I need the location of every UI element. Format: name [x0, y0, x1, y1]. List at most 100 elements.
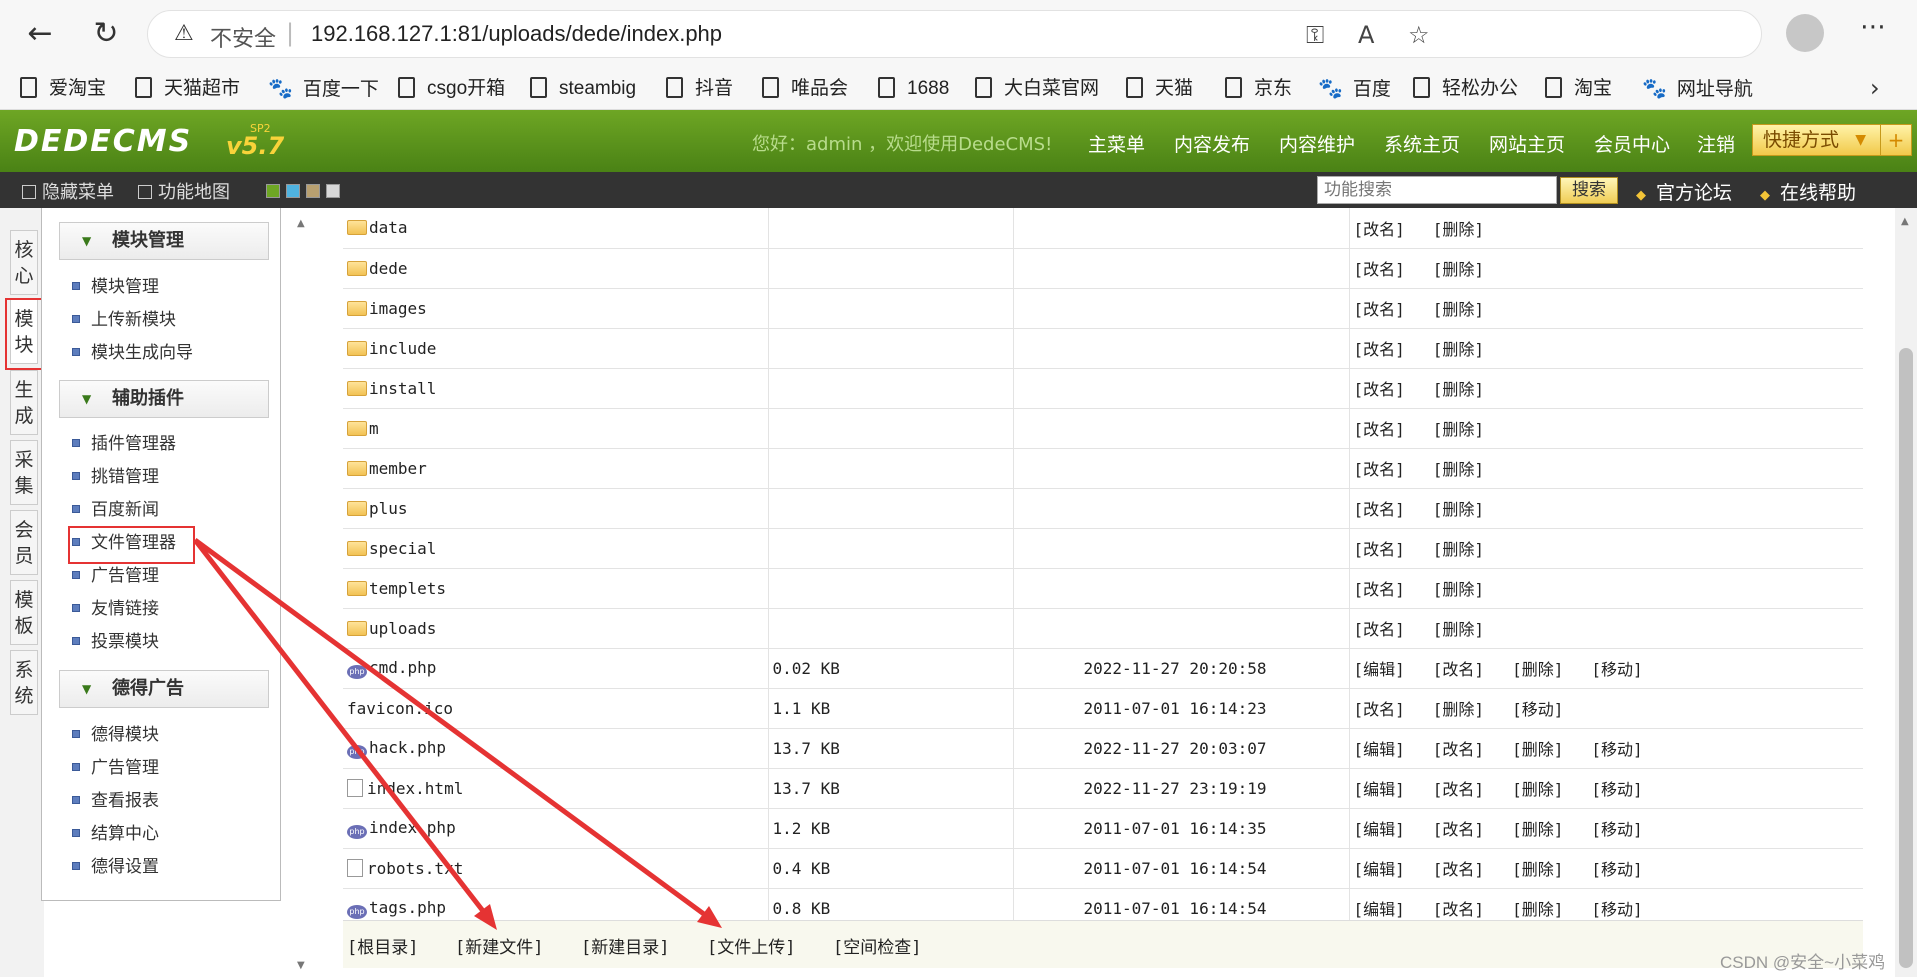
file-name-link[interactable]: index.html	[367, 779, 463, 798]
menu-scrollbar[interactable]: ▲ ▼	[289, 208, 311, 977]
nav-logout[interactable]: 注销	[1697, 130, 1735, 157]
file-name-link[interactable]: include	[369, 339, 436, 358]
file-action-link[interactable]: [删除]	[1433, 496, 1484, 520]
file-action-link[interactable]: [改名]	[1354, 696, 1405, 720]
url-text[interactable]: 192.168.127.1:81/uploads/dede/index.php	[311, 21, 722, 47]
scrollbar-thumb[interactable]	[1899, 348, 1913, 968]
bookmark-item[interactable]: 唯品会	[762, 74, 848, 104]
space-check-link[interactable]: [空间检查]	[833, 933, 921, 958]
nav-site-home[interactable]: 网站主页	[1489, 130, 1565, 157]
tab-generate[interactable]: 生成	[10, 370, 38, 435]
file-action-link[interactable]: [编辑]	[1354, 776, 1405, 800]
bookmark-item[interactable]: csgo开箱	[398, 74, 505, 104]
file-action-link[interactable]: [删除]	[1512, 856, 1563, 880]
file-action-link[interactable]: [删除]	[1433, 616, 1484, 640]
key-icon[interactable]: ⚿	[1306, 21, 1324, 49]
file-action-link[interactable]: [改名]	[1354, 616, 1405, 640]
file-action-link[interactable]: [删除]	[1512, 896, 1563, 920]
file-action-link[interactable]: [改名]	[1433, 776, 1484, 800]
menu-item-vote-module[interactable]: 投票模块	[72, 627, 159, 652]
bookmark-item[interactable]: 京东	[1225, 74, 1292, 104]
menu-item-ad-manage-2[interactable]: 广告管理	[72, 753, 159, 778]
bookmark-item[interactable]: 大白菜官网	[975, 74, 1099, 104]
theme-swatch-gray[interactable]	[326, 184, 340, 198]
file-action-link[interactable]: [改名]	[1433, 896, 1484, 920]
nav-system-home[interactable]: 系统主页	[1384, 130, 1460, 157]
file-action-link[interactable]: [删除]	[1433, 256, 1484, 280]
file-upload-link[interactable]: [文件上传]	[707, 933, 795, 958]
menu-item-plugin-manager[interactable]: 插件管理器	[72, 429, 176, 454]
file-action-link[interactable]: [删除]	[1433, 696, 1484, 720]
nav-member-center[interactable]: 会员中心	[1594, 130, 1670, 157]
file-action-link[interactable]: [改名]	[1354, 456, 1405, 480]
tab-collect[interactable]: 采集	[10, 440, 38, 505]
hide-menu-button[interactable]: 隐藏菜单	[22, 178, 114, 204]
file-action-link[interactable]: [改名]	[1354, 376, 1405, 400]
search-button[interactable]: 搜索	[1560, 177, 1618, 204]
file-action-link[interactable]: [编辑]	[1354, 896, 1405, 920]
bookmark-item[interactable]: 轻松办公	[1413, 74, 1518, 104]
menu-item-module-manage[interactable]: 模块管理	[72, 272, 159, 297]
file-action-link[interactable]: [改名]	[1354, 256, 1405, 280]
file-name-link[interactable]: tags.php	[369, 898, 446, 917]
file-name-link[interactable]: cmd.php	[369, 658, 436, 677]
profile-avatar[interactable]	[1786, 14, 1824, 52]
nav-maintain[interactable]: 内容维护	[1279, 130, 1355, 157]
file-action-link[interactable]: [删除]	[1512, 656, 1563, 680]
help-link[interactable]: ◆ 在线帮助	[1760, 178, 1856, 205]
file-action-link[interactable]: [改名]	[1354, 336, 1405, 360]
file-name-link[interactable]: images	[369, 299, 427, 318]
file-action-link[interactable]: [移动]	[1512, 696, 1563, 720]
file-action-link[interactable]: [改名]	[1354, 576, 1405, 600]
file-action-link[interactable]: [改名]	[1354, 296, 1405, 320]
new-dir-link[interactable]: [新建目录]	[581, 933, 669, 958]
file-action-link[interactable]: [移动]	[1591, 776, 1642, 800]
forum-link[interactable]: ◆ 官方论坛	[1636, 178, 1732, 205]
scroll-up-icon[interactable]: ▲	[1901, 216, 1909, 227]
file-action-link[interactable]: [删除]	[1433, 456, 1484, 480]
theme-swatch-brown[interactable]	[306, 184, 320, 198]
tab-system[interactable]: 系统	[10, 650, 38, 715]
file-name-link[interactable]: hack.php	[369, 738, 446, 757]
menu-item-friend-links[interactable]: 友情链接	[72, 594, 159, 619]
file-action-link[interactable]: [移动]	[1591, 656, 1642, 680]
root-dir-link[interactable]: [根目录]	[347, 933, 418, 958]
menu-group-ads-header[interactable]: ▼ 德得广告	[59, 670, 269, 708]
file-action-link[interactable]: [编辑]	[1354, 816, 1405, 840]
file-action-link[interactable]: [改名]	[1354, 536, 1405, 560]
file-action-link[interactable]: [改名]	[1354, 496, 1405, 520]
file-name-link[interactable]: robots.txt	[367, 859, 463, 878]
scroll-down-icon[interactable]: ▼	[297, 960, 305, 971]
scroll-up-icon[interactable]: ▲	[297, 218, 305, 229]
file-action-link[interactable]: [删除]	[1512, 736, 1563, 760]
tab-member[interactable]: 会员	[10, 510, 38, 575]
page-scrollbar[interactable]: ▲	[1895, 208, 1917, 977]
file-action-link[interactable]: [编辑]	[1354, 856, 1405, 880]
menu-item-dede-module[interactable]: 德得模块	[72, 720, 159, 745]
reload-icon[interactable]: ↻	[86, 14, 126, 54]
bookmark-item[interactable]: 🐾 百度	[1318, 74, 1391, 104]
address-bar[interactable]: ⚠ 不安全 | 192.168.127.1:81/uploads/dede/in…	[147, 10, 1762, 58]
menu-item-error-report[interactable]: 挑错管理	[72, 462, 159, 487]
file-action-link[interactable]: [编辑]	[1354, 736, 1405, 760]
chevron-right-icon[interactable]: ›	[1870, 74, 1880, 102]
menu-item-ad-manage[interactable]: 广告管理	[72, 561, 159, 586]
file-name-link[interactable]: special	[369, 539, 436, 558]
menu-item-baidu-news[interactable]: 百度新闻	[72, 495, 159, 520]
file-name-link[interactable]: dede	[369, 259, 408, 278]
file-action-link[interactable]: [删除]	[1433, 576, 1484, 600]
shortcut-dropdown[interactable]: 快捷方式 ▼	[1752, 124, 1897, 156]
menu-group-module-header[interactable]: ▼ 模块管理	[59, 222, 269, 260]
file-name-link[interactable]: templets	[369, 579, 446, 598]
theme-swatch-green[interactable]	[266, 184, 280, 198]
file-action-link[interactable]: [移动]	[1591, 736, 1642, 760]
file-action-link[interactable]: [改名]	[1433, 816, 1484, 840]
file-name-link[interactable]: index.php	[369, 818, 456, 837]
function-search-input[interactable]	[1317, 176, 1557, 204]
file-action-link[interactable]: [改名]	[1433, 656, 1484, 680]
file-name-link[interactable]: member	[369, 459, 427, 478]
bookmark-item[interactable]: 1688	[878, 74, 949, 104]
file-name-link[interactable]: plus	[369, 499, 408, 518]
file-action-link[interactable]: [删除]	[1433, 216, 1484, 240]
bookmark-item[interactable]: 爱淘宝	[20, 74, 106, 104]
